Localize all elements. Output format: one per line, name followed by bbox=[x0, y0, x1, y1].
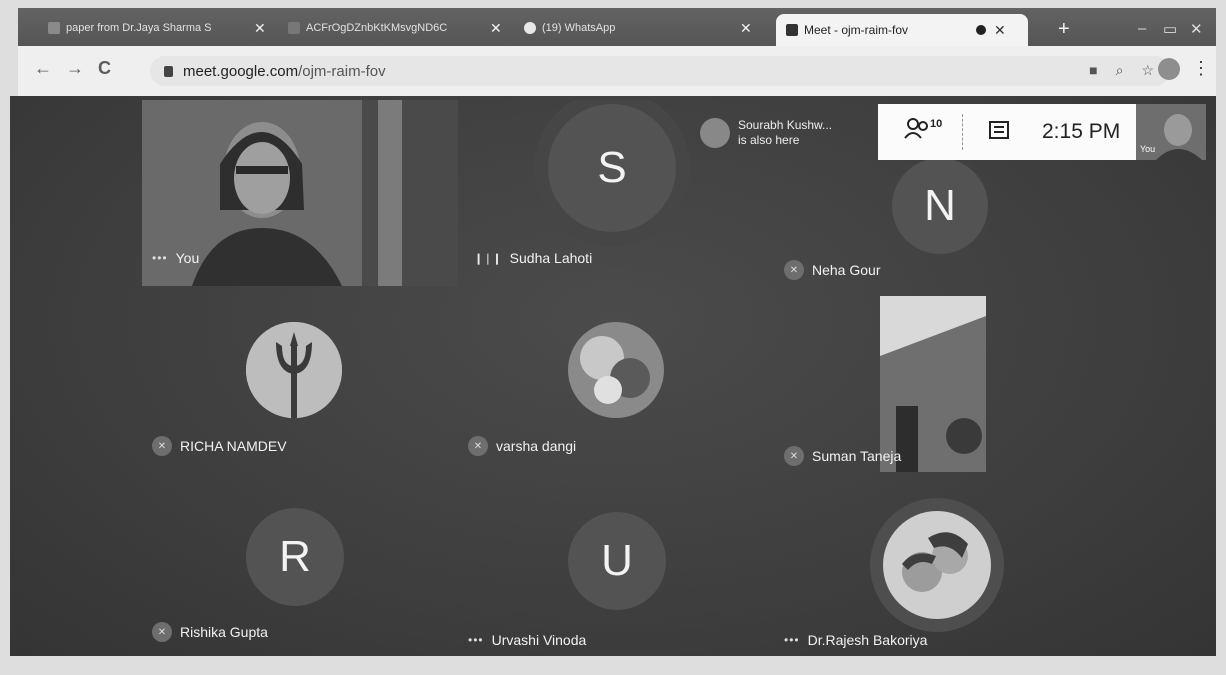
mic-off-icon: ✕ bbox=[468, 436, 488, 456]
tab-label: ACFrOgDZnbKtKMsvgND6C bbox=[306, 22, 448, 34]
star-icon[interactable]: ☆ bbox=[1141, 62, 1154, 79]
chat-icon[interactable] bbox=[988, 120, 1010, 142]
tile-varsha-dangi[interactable]: ✕ varsha dangi bbox=[458, 286, 774, 472]
children-photo bbox=[870, 498, 1004, 632]
meet-stage: ••• You S ❙❘❙ Sudha Lahoti N ✕ Neha Gour bbox=[10, 96, 1216, 656]
flower-photo bbox=[568, 322, 664, 418]
close-window-button[interactable]: ✕ bbox=[1190, 20, 1203, 38]
address-bar: ← → C meet.google.com/ojm-raim-fov ■ ⌕ ☆… bbox=[18, 46, 1216, 96]
menu-icon[interactable]: ⋮ bbox=[1192, 58, 1210, 79]
notice-name: Sourabh Kushw... bbox=[738, 118, 833, 132]
also-here-notice: Sourabh Kushw... is also here bbox=[700, 106, 876, 160]
self-view-thumbnail[interactable]: You bbox=[1136, 104, 1206, 160]
mic-off-icon: ✕ bbox=[784, 446, 804, 466]
tile-rishika-gupta[interactable]: R ✕ Rishika Gupta bbox=[142, 472, 458, 656]
mic-off-icon: ✕ bbox=[152, 622, 172, 642]
people-icon bbox=[904, 118, 928, 139]
more-icon: ••• bbox=[468, 633, 484, 647]
maximize-button[interactable]: ▭ bbox=[1163, 20, 1177, 38]
tab-label: (19) WhatsApp bbox=[542, 22, 616, 34]
participant-name: You bbox=[175, 250, 200, 266]
people-button[interactable]: 10 bbox=[904, 118, 942, 140]
mic-off-icon: ✕ bbox=[152, 436, 172, 456]
participant-name: RICHA NAMDEV bbox=[180, 438, 287, 454]
lock-icon bbox=[164, 65, 173, 77]
recording-dot-icon bbox=[976, 25, 986, 35]
tile-richa-namdev[interactable]: ✕ RICHA NAMDEV bbox=[142, 286, 458, 472]
participant-label: ✕ Neha Gour bbox=[784, 260, 880, 280]
avatar: R bbox=[246, 508, 344, 606]
new-tab-button[interactable]: + bbox=[1058, 18, 1070, 41]
avatar bbox=[700, 118, 730, 148]
people-count: 10 bbox=[930, 118, 943, 130]
camera-indicator-icon[interactable]: ■ bbox=[1089, 62, 1097, 79]
participant-name: Rishika Gupta bbox=[180, 624, 268, 640]
tab-acfr[interactable]: ACFrOgDZnbKtKMsvgND6C ✕ bbox=[288, 12, 516, 44]
participant-grid: ••• You S ❙❘❙ Sudha Lahoti N ✕ Neha Gour bbox=[142, 100, 1092, 656]
trident-photo bbox=[246, 322, 342, 418]
participant-label: ✕ RICHA NAMDEV bbox=[152, 436, 287, 456]
mic-off-icon: ✕ bbox=[784, 260, 804, 280]
participant-name: Dr.Rajesh Bakoriya bbox=[807, 632, 928, 648]
notice-text: is also here bbox=[738, 133, 800, 147]
participant-name: Suman Taneja bbox=[812, 448, 902, 464]
close-tab-icon[interactable]: ✕ bbox=[490, 20, 502, 37]
participant-label: ✕ Suman Taneja bbox=[784, 446, 901, 466]
tile-rajesh-bakoriya[interactable]: ••• Dr.Rajesh Bakoriya bbox=[774, 472, 1092, 656]
avatar bbox=[568, 322, 664, 418]
whatsapp-icon bbox=[524, 22, 536, 34]
divider bbox=[962, 114, 964, 150]
close-tab-icon[interactable]: ✕ bbox=[254, 20, 266, 37]
reload-icon[interactable]: C bbox=[98, 58, 111, 79]
speaking-icon: ❙❘❙ bbox=[474, 252, 502, 265]
participant-label: ✕ varsha dangi bbox=[468, 436, 576, 456]
participant-label: ••• Urvashi Vinoda bbox=[468, 632, 586, 648]
avatar: U bbox=[568, 512, 666, 610]
tab-whatsapp[interactable]: (19) WhatsApp ✕ bbox=[524, 12, 766, 44]
more-icon: ••• bbox=[152, 251, 168, 265]
avatar bbox=[870, 498, 1004, 632]
self-view-label: You bbox=[1140, 144, 1156, 154]
back-icon[interactable]: ← bbox=[34, 58, 52, 79]
participant-label: ••• You bbox=[152, 250, 199, 266]
tab-label: Meet - ojm-raim-fov bbox=[804, 23, 909, 37]
tile-urvashi-vinoda[interactable]: U ••• Urvashi Vinoda bbox=[458, 472, 774, 656]
avatar: S bbox=[548, 104, 676, 232]
tile-you[interactable]: ••• You bbox=[142, 100, 458, 286]
profile-avatar[interactable] bbox=[1158, 58, 1180, 80]
more-icon: ••• bbox=[784, 633, 800, 647]
url-domain: meet.google.com bbox=[183, 62, 299, 80]
tab-meet[interactable]: Meet - ojm-raim-fov ✕ bbox=[776, 14, 1028, 46]
tab-strip: paper from Dr.Jaya Sharma S ✕ ACFrOgDZnb… bbox=[18, 8, 1216, 46]
minimize-button[interactable]: – bbox=[1138, 20, 1146, 37]
close-tab-icon[interactable]: ✕ bbox=[994, 22, 1006, 39]
close-tab-icon[interactable]: ✕ bbox=[740, 20, 752, 37]
document-icon bbox=[48, 22, 60, 34]
meet-icon bbox=[786, 24, 798, 36]
tile-suman-taneja[interactable]: ✕ Suman Taneja bbox=[774, 286, 1092, 472]
participant-label: ❙❘❙ Sudha Lahoti bbox=[474, 250, 592, 266]
forward-icon[interactable]: → bbox=[66, 58, 84, 79]
meeting-clock: 2:15 PM bbox=[1042, 120, 1121, 143]
omnibox[interactable]: meet.google.com/ojm-raim-fov ■ ⌕ ☆ bbox=[150, 56, 1170, 86]
participant-label: ✕ Rishika Gupta bbox=[152, 622, 268, 642]
meet-top-panel: 10 2:15 PM bbox=[878, 104, 1136, 160]
participant-name: Urvashi Vinoda bbox=[491, 632, 587, 648]
document-icon bbox=[288, 22, 300, 34]
tab-paper[interactable]: paper from Dr.Jaya Sharma S ✕ bbox=[48, 12, 280, 44]
participant-name: Neha Gour bbox=[812, 262, 881, 278]
participant-label: ••• Dr.Rajesh Bakoriya bbox=[784, 632, 927, 648]
avatar bbox=[246, 322, 342, 418]
url-path: /ojm-raim-fov bbox=[298, 62, 386, 80]
participant-name: varsha dangi bbox=[496, 438, 577, 454]
search-icon[interactable]: ⌕ bbox=[1116, 62, 1124, 79]
avatar: N bbox=[892, 158, 988, 254]
tab-label: paper from Dr.Jaya Sharma S bbox=[66, 22, 212, 34]
participant-name: Sudha Lahoti bbox=[509, 250, 593, 266]
